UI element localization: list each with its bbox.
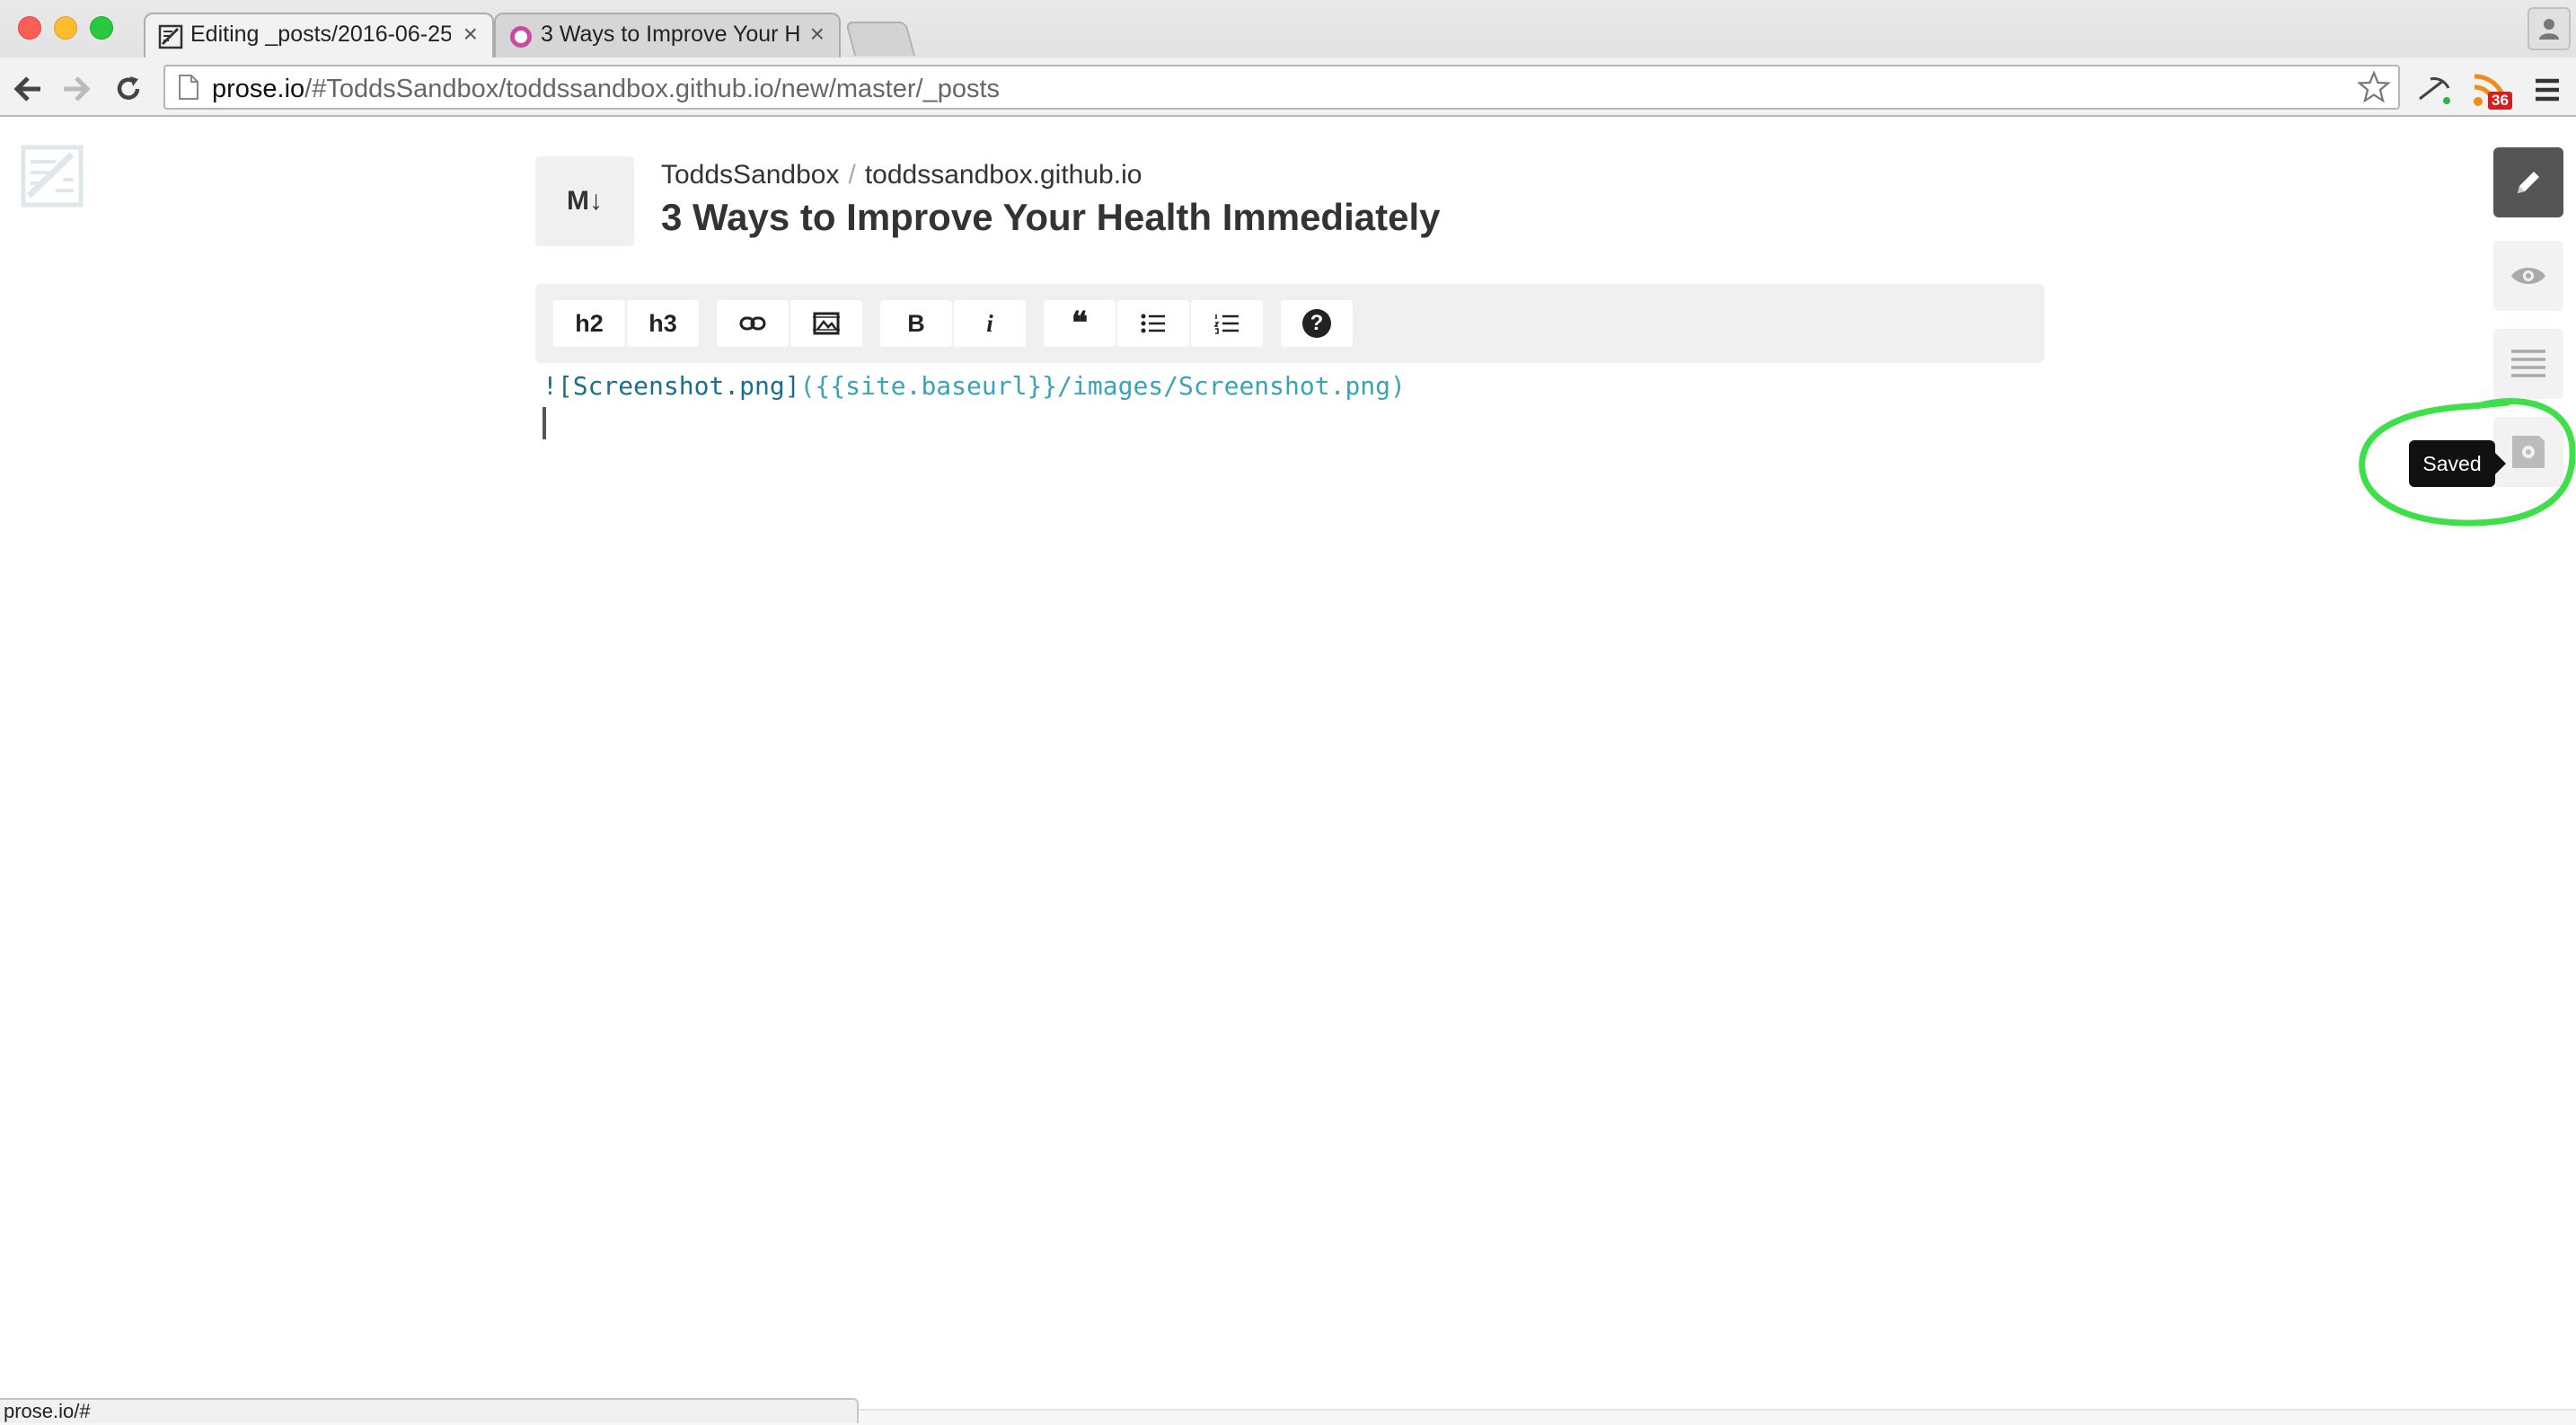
forward-button[interactable] bbox=[57, 70, 95, 108]
editor-toolbar: h2 h3 B i ❝ ? bbox=[535, 284, 2044, 363]
profile-button[interactable] bbox=[2527, 7, 2571, 50]
url-path: /#ToddsSandbox/toddssandbox.github.io/ne… bbox=[304, 75, 1001, 103]
link-icon bbox=[739, 316, 766, 331]
tab-preview-post[interactable]: 3 Ways to Improve Your Health Immediatel… bbox=[494, 13, 841, 58]
heading2-button[interactable]: h2 bbox=[553, 300, 625, 347]
heading3-button[interactable]: h3 bbox=[627, 300, 699, 347]
preview-button[interactable] bbox=[2493, 241, 2563, 311]
breadcrumb: ToddsSandbox / toddssandbox.github.io bbox=[661, 160, 1142, 190]
bookmark-star-icon[interactable] bbox=[2357, 71, 2391, 103]
address-bar[interactable]: prose.io/#ToddsSandbox/toddssandbox.gith… bbox=[163, 65, 2400, 110]
bullet-list-button[interactable] bbox=[1117, 300, 1189, 347]
italic-button[interactable]: i bbox=[954, 300, 1026, 347]
arrow-left-icon bbox=[13, 76, 40, 102]
maximize-window-button[interactable] bbox=[90, 16, 113, 40]
eye-icon bbox=[2511, 268, 2545, 284]
extension-button[interactable] bbox=[2414, 70, 2454, 110]
page-icon bbox=[179, 75, 198, 100]
image-alt-text: [Screenshot.png] bbox=[557, 371, 800, 401]
help-icon: ? bbox=[1302, 309, 1331, 338]
image-icon bbox=[813, 312, 840, 335]
breadcrumb-separator: / bbox=[848, 160, 856, 190]
image-url-text: ({{site.baseurl}}/images/Screenshot.png) bbox=[799, 371, 1406, 401]
markdown-editor-line[interactable]: ![Screenshot.png]({{site.baseurl}}/image… bbox=[543, 371, 1406, 401]
markdown-file-badge: M↓ bbox=[535, 156, 634, 246]
image-bang: ! bbox=[543, 371, 558, 401]
new-tab-button[interactable] bbox=[844, 22, 916, 56]
hamburger-menu-icon bbox=[2536, 78, 2559, 102]
prose-logo-icon[interactable] bbox=[20, 144, 84, 208]
back-button[interactable] bbox=[9, 70, 47, 108]
url-text: prose.io/#ToddsSandbox/toddssandbox.gith… bbox=[212, 75, 1000, 104]
bold-button[interactable]: B bbox=[880, 300, 952, 347]
bullet-list-icon bbox=[1141, 314, 1165, 333]
numbered-list-icon bbox=[1213, 314, 1239, 334]
post-title[interactable]: 3 Ways to Improve Your Health Immediatel… bbox=[661, 196, 1440, 239]
blockquote-button[interactable]: ❝ bbox=[1044, 300, 1116, 347]
tab-close-icon[interactable]: × bbox=[810, 20, 825, 49]
annotation-circle bbox=[2359, 398, 2576, 527]
rss-count-badge: 36 bbox=[2488, 92, 2512, 110]
pickaxe-icon bbox=[2419, 77, 2450, 104]
url-host: prose.io bbox=[212, 75, 305, 103]
breadcrumb-repo-link[interactable]: toddssandbox.github.io bbox=[865, 160, 1142, 190]
tab-title: Editing _posts/2016-06-25 bbox=[190, 22, 451, 47]
help-button[interactable]: ? bbox=[1281, 300, 1353, 347]
person-icon bbox=[2539, 19, 2559, 40]
text-cursor bbox=[543, 407, 546, 439]
status-bar: prose.io/# bbox=[0, 1398, 859, 1423]
numbered-list-button[interactable] bbox=[1191, 300, 1263, 347]
tab-close-icon[interactable]: × bbox=[463, 20, 478, 49]
tab-editing-post[interactable]: Editing _posts/2016-06-25 × bbox=[144, 13, 494, 58]
chrome-menu-button[interactable] bbox=[2529, 72, 2565, 108]
pencil-icon bbox=[2518, 172, 2539, 193]
edit-mode-button[interactable] bbox=[2493, 147, 2563, 217]
tab-title: 3 Ways to Improve Your Health Immediatel… bbox=[541, 22, 801, 47]
close-window-button[interactable] bbox=[18, 16, 41, 40]
arrow-right-icon bbox=[64, 76, 91, 102]
breadcrumb-user-link[interactable]: ToddsSandbox bbox=[661, 160, 840, 190]
insert-image-button[interactable] bbox=[790, 300, 862, 347]
reload-button[interactable] bbox=[110, 70, 147, 108]
rss-extension-button[interactable]: 36 bbox=[2468, 68, 2513, 113]
prose-favicon-icon bbox=[158, 24, 183, 49]
minimize-window-button[interactable] bbox=[54, 16, 77, 40]
reload-icon bbox=[117, 76, 140, 100]
site-favicon-icon bbox=[510, 26, 532, 48]
link-button[interactable] bbox=[717, 300, 789, 347]
lines-icon bbox=[2511, 350, 2545, 377]
